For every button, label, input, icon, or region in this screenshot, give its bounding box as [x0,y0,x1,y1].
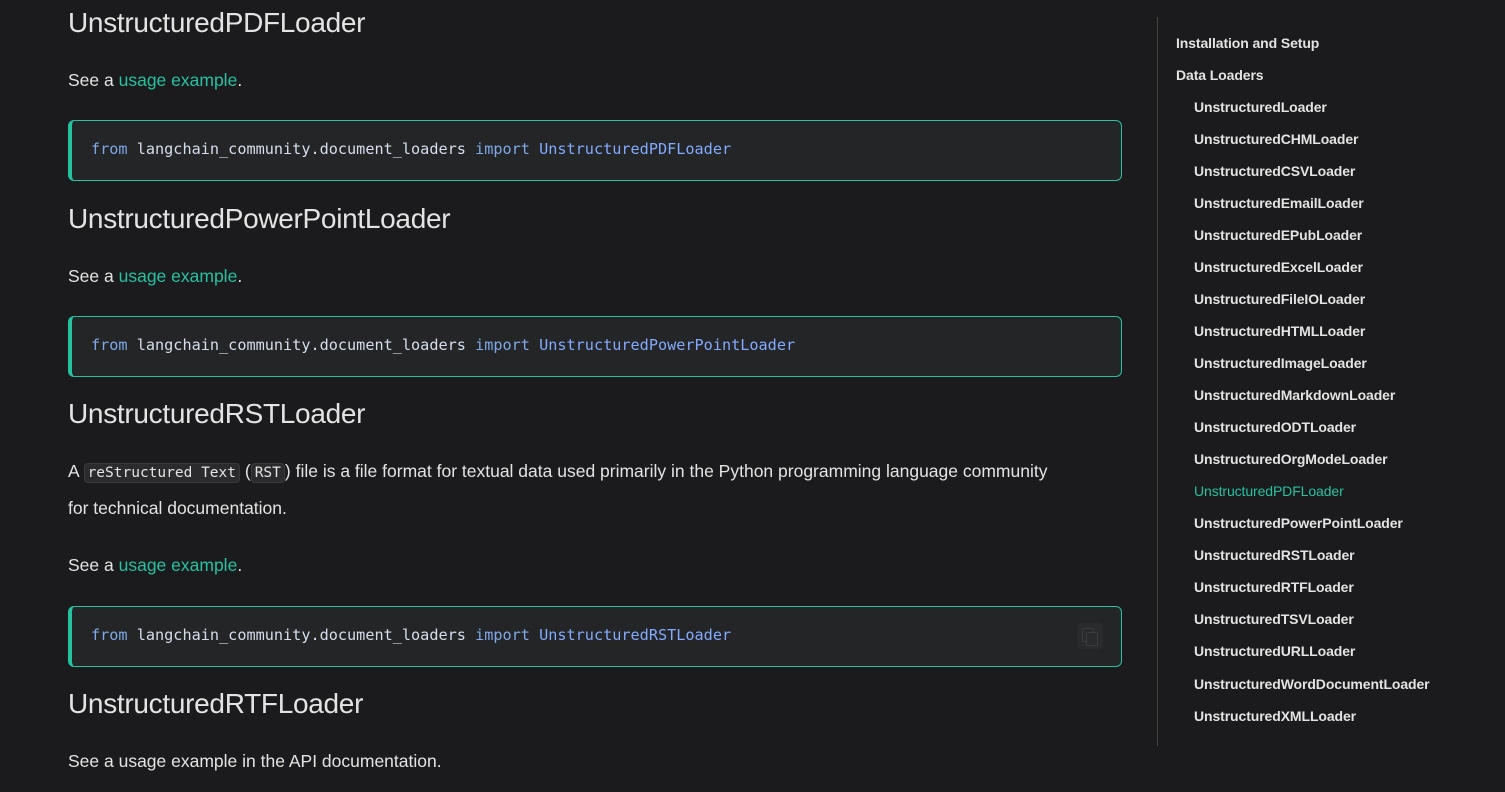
see-usage-rtf: See a usage example in the API documenta… [68,751,442,771]
toc-item[interactable]: UnstructuredPowerPointLoader [1194,515,1403,531]
usage-example-link[interactable]: usage example [119,555,238,575]
code-block-pdf: from langchain_community.document_loader… [68,120,1122,181]
see-usage-powerpoint: See a usage example. [68,266,243,286]
usage-example-link[interactable]: usage example [119,70,238,90]
see-usage-pdf: See a usage example. [68,70,243,90]
toc-item[interactable]: UnstructuredTSVLoader [1194,611,1354,627]
toc-item[interactable]: UnstructuredODTLoader [1194,419,1356,435]
toc-item[interactable]: UnstructuredEPubLoader [1194,227,1362,243]
toc-item[interactable]: UnstructuredExcelLoader [1194,259,1363,275]
code-line: from langchain_community.document_loader… [91,140,732,158]
usage-example-link[interactable]: usage example [119,266,238,286]
toc-item[interactable]: UnstructuredPDFLoader [1194,483,1344,499]
toc-item[interactable]: UnstructuredHTMLLoader [1194,323,1365,339]
table-of-contents: Installation and Setup Data Loaders Unstru… [1157,17,1488,746]
toc-item[interactable]: UnstructuredLoader [1194,99,1327,115]
code-line: from langchain_community.document_loader… [91,626,732,644]
toc-item[interactable]: UnstructuredOrgModeLoader [1194,451,1388,467]
inline-code: RST [250,463,285,483]
toc-item[interactable]: UnstructuredCSVLoader [1194,163,1355,179]
section-heading-rst: UnstructuredRSTLoader [68,398,366,429]
toc-item[interactable]: UnstructuredXMLLoader [1194,708,1356,724]
rst-description: A reStructured Text (RST) file is a file… [68,461,1048,483]
toc-item[interactable]: UnstructuredMarkdownLoader [1194,387,1395,403]
toc-item[interactable]: UnstructuredRTFLoader [1194,579,1354,595]
toc-item[interactable]: UnstructuredImageLoader [1194,355,1367,371]
copy-icon[interactable] [1077,623,1103,649]
toc-item[interactable]: UnstructuredRSTLoader [1194,547,1355,563]
toc-item[interactable]: UnstructuredWordDocumentLoader [1194,676,1430,692]
code-line: from langchain_community.document_loader… [91,336,796,354]
inline-code: reStructured Text [83,463,240,483]
section-heading-pdf: UnstructuredPDFLoader [68,7,366,38]
toc-item[interactable]: UnstructuredURLLoader [1194,643,1355,659]
see-usage-rst: See a usage example. [68,555,243,575]
rst-description-line2: for technical documentation. [68,498,287,518]
section-heading-powerpoint: UnstructuredPowerPointLoader [68,203,451,234]
toc-item[interactable]: Data Loaders [1176,67,1264,83]
code-block-powerpoint: from langchain_community.document_loader… [68,316,1122,377]
toc-item[interactable]: UnstructuredFileIOLoader [1194,291,1365,307]
toc-item[interactable]: UnstructuredCHMLoader [1194,131,1358,147]
toc-item[interactable]: UnstructuredEmailLoader [1194,195,1364,211]
code-block-rst: from langchain_community.document_loader… [68,606,1122,667]
toc-item[interactable]: Installation and Setup [1176,35,1319,51]
section-heading-rtf: UnstructuredRTFLoader [68,688,364,719]
